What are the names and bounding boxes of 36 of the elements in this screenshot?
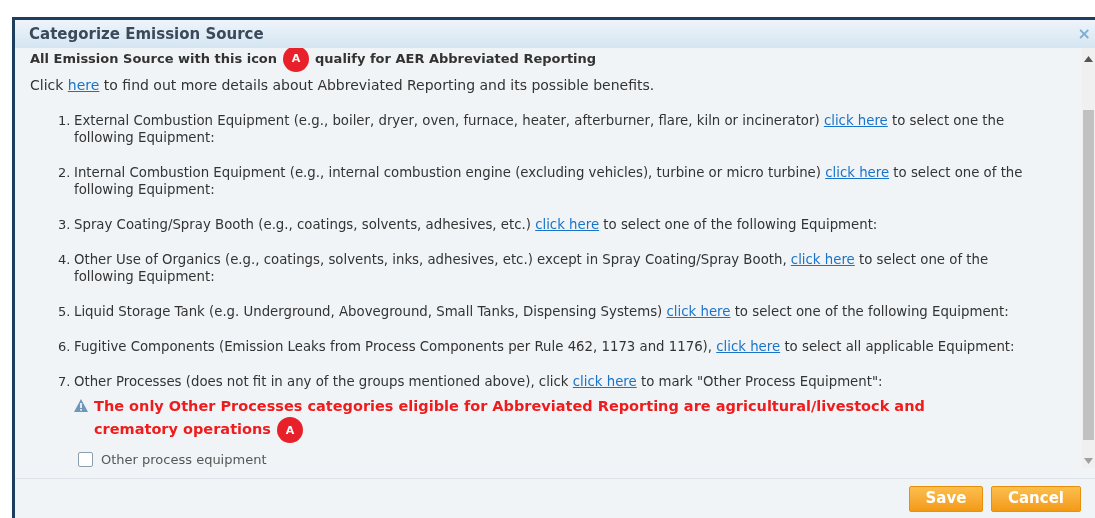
warning-text: The only Other Processes categories eligible for Abbreviated Reporting are agricultural/livestock and crematory operations A xyxy=(94,396,964,443)
list-number: 2. xyxy=(58,164,72,182)
intro-text: All Emission Source with this icon xyxy=(30,50,278,69)
abbreviated-badge: A xyxy=(283,46,310,72)
link[interactable]: click here xyxy=(790,252,855,267)
link[interactable]: click here xyxy=(825,165,890,180)
list-item-text: Other Processes (does not fit in any of the groups mentioned above), click click here to mark "Other Process Equipment": xyxy=(74,373,884,390)
link[interactable]: click here xyxy=(823,113,888,128)
scrollbar[interactable] xyxy=(1082,48,1095,468)
intro-text: qualify for AER Abbreviated Reporting xyxy=(315,50,597,69)
link[interactable]: click here xyxy=(716,339,781,354)
list-item-text: Fugitive Components (Emission Leaks from Process Components per Rule 462, 1173 and 1176), click here to select all applicable Equipment: xyxy=(74,338,1015,355)
list-number: 5. xyxy=(58,303,72,320)
list-number: 3. xyxy=(58,216,72,233)
info-text: Click here to find out more details about Abbreviated Reporting and its possible benefits. xyxy=(30,77,655,93)
scroll-down-icon[interactable] xyxy=(1084,458,1093,464)
list-item-text: Spray Coating/Spray Booth (e.g., coatings, solvents, adhesives, etc.) click here to select one of the following Equipment: xyxy=(74,216,878,233)
link[interactable]: click here xyxy=(535,217,600,232)
scrollbar-thumb[interactable] xyxy=(1083,110,1094,440)
list-number: 7. xyxy=(58,373,72,391)
list-item-text: External Combustion Equipment (e.g., boiler, dryer, oven, furnace, heater, afterburner, flare, kiln or incinerator) click here to select one the following Equipment: xyxy=(74,112,1006,146)
list-number: 4. xyxy=(58,251,72,269)
list-item-text: Liquid Storage Tank (e.g. Underground, Aboveground, Small Tanks, Dispensing Systems) click here to select one of the following Equipment: xyxy=(74,303,1009,320)
warning-icon xyxy=(74,399,88,412)
link[interactable]: here xyxy=(67,77,100,93)
dialog-title: Categorize Emission Source xyxy=(29,23,264,45)
link[interactable]: click here xyxy=(572,374,637,389)
link[interactable]: click here xyxy=(666,304,731,319)
list-number: 6. xyxy=(58,338,72,355)
list-item-text: Internal Combustion Equipment (e.g., internal combustion engine (excluding vehicles), turbine or micro turbine) click here to select one of the following Equipment: xyxy=(74,164,1024,198)
checkbox-label: Other process equipment xyxy=(101,451,267,468)
list-item-text: Other Use of Organics (e.g., coatings, solvents, inks, adhesives, etc.) except in Spray Coating/Spray Booth, click here to select one of the following Equipment: xyxy=(74,251,990,285)
list-number: 1. xyxy=(58,112,72,130)
checkbox[interactable] xyxy=(78,452,93,467)
scroll-up-icon[interactable] xyxy=(1084,56,1093,62)
abbreviated-badge: A xyxy=(276,417,303,443)
